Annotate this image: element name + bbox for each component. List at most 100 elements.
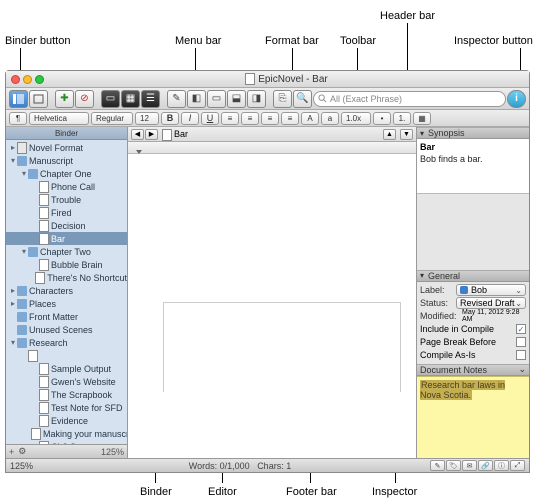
- status-select[interactable]: Revised Draft: [456, 297, 526, 309]
- minimize-button[interactable]: [23, 75, 32, 84]
- binder-item[interactable]: Decision: [6, 219, 127, 232]
- trash-button[interactable]: ⊘: [75, 90, 94, 108]
- footer-refs-button[interactable]: 🔗: [478, 460, 493, 471]
- zoom-button[interactable]: [35, 75, 44, 84]
- text-color-button[interactable]: A: [301, 112, 319, 125]
- list-number-button[interactable]: 1.: [393, 112, 411, 125]
- binder-item[interactable]: ▾Research: [6, 336, 127, 349]
- add-item-button[interactable]: +: [9, 447, 14, 457]
- binder-item[interactable]: Fired: [6, 206, 127, 219]
- list-bullet-button[interactable]: •: [373, 112, 391, 125]
- include-checkbox[interactable]: ✓: [516, 324, 526, 334]
- binder-item[interactable]: ▾Chapter Two: [6, 245, 127, 258]
- font-size-select[interactable]: 12: [135, 112, 159, 125]
- split-horiz-button[interactable]: ⬓: [227, 90, 246, 108]
- binder-zoom[interactable]: 125%: [101, 447, 124, 457]
- synopsis-text[interactable]: Bob finds a bar.: [420, 154, 526, 164]
- footer-keywords-button[interactable]: 🏷: [446, 460, 461, 471]
- nav-forward-button[interactable]: ▶: [145, 129, 158, 140]
- inspector-button[interactable]: i: [507, 90, 526, 108]
- quickref-button[interactable]: 🔍: [293, 90, 312, 108]
- add-button[interactable]: ✚: [55, 90, 74, 108]
- binder-item[interactable]: Bubble Brain: [6, 258, 127, 271]
- binder-item[interactable]: Phone Call: [6, 180, 127, 193]
- editor[interactable]: [128, 142, 416, 458]
- bold-button[interactable]: B: [161, 112, 179, 125]
- underline-button[interactable]: U: [201, 112, 219, 125]
- binder-item[interactable]: ▾Manuscript: [6, 154, 127, 167]
- binder-item[interactable]: ▸Characters: [6, 284, 127, 297]
- font-style-select[interactable]: Regular: [91, 112, 133, 125]
- snapshot-button[interactable]: ◧: [187, 90, 206, 108]
- general-header[interactable]: ▾General: [417, 270, 529, 282]
- footer-bar: 125% Words: 0/1,000 Chars: 1 ✎ 🏷 ✉ 🔗 ⓘ ⤢: [6, 458, 529, 472]
- align-center-button[interactable]: ≡: [241, 112, 259, 125]
- binder-item[interactable]: Sample Output: [6, 362, 127, 375]
- zoom-control[interactable]: 125%: [10, 461, 50, 471]
- nav-down-button[interactable]: ▼: [400, 129, 413, 140]
- highlight-color-button[interactable]: a: [321, 112, 339, 125]
- binder-item[interactable]: There's No Shortcut: [6, 271, 127, 284]
- footer-comments-button[interactable]: ✎: [430, 460, 445, 471]
- italic-button[interactable]: I: [181, 112, 199, 125]
- callout-inspector: Inspector: [372, 486, 417, 498]
- binder-item[interactable]: Trouble: [6, 193, 127, 206]
- binder-gear-button[interactable]: ⚙: [18, 446, 26, 457]
- split-vert-button[interactable]: ◨: [247, 90, 266, 108]
- align-left-button[interactable]: ≡: [221, 112, 239, 125]
- align-justify-button[interactable]: ≡: [281, 112, 299, 125]
- align-right-button[interactable]: ≡: [261, 112, 279, 125]
- binder-item[interactable]: The Scrapbook: [6, 388, 127, 401]
- font-family-select[interactable]: Helvetica: [29, 112, 89, 125]
- page-surface[interactable]: [163, 302, 401, 392]
- search-field[interactable]: All (Exact Phrase): [313, 91, 506, 107]
- binder-item[interactable]: ▾Chapter One: [6, 167, 127, 180]
- binder-item[interactable]: ▸Novel Format: [6, 141, 127, 154]
- binder-item[interactable]: Bar: [6, 232, 127, 245]
- binder-item[interactable]: Front Matter: [6, 310, 127, 323]
- synopsis-header[interactable]: ▾Synopsis: [417, 127, 529, 139]
- nav-back-button[interactable]: ◀: [131, 129, 144, 140]
- collection-button[interactable]: [29, 90, 48, 108]
- view-outline-button[interactable]: ☰: [141, 90, 160, 108]
- binder-item[interactable]: Gwen's Website: [6, 375, 127, 388]
- notes-header[interactable]: Document Notes⌄: [417, 364, 529, 376]
- nav-up-button[interactable]: ▲: [383, 129, 396, 140]
- ruler[interactable]: [128, 142, 416, 154]
- styles-button[interactable]: ¶: [9, 112, 27, 125]
- view-corkboard-button[interactable]: ▦: [121, 90, 140, 108]
- compose-button[interactable]: ✎: [167, 90, 186, 108]
- label-select[interactable]: Bob: [456, 284, 526, 296]
- binder-item[interactable]: Making your manuscri…: [6, 427, 127, 440]
- footer-stats: Words: 0/1,000 Chars: 1: [58, 461, 422, 471]
- line-spacing-select[interactable]: 1.0x: [341, 112, 371, 125]
- binder-item[interactable]: Evidence: [6, 414, 127, 427]
- editor-panel: ◀ ▶ Bar ▲ ▼: [128, 127, 416, 458]
- status-lbl: Status:: [420, 298, 456, 308]
- callout-header-bar: Header bar: [380, 10, 435, 22]
- binder-button[interactable]: [9, 90, 28, 108]
- pgbreak-checkbox[interactable]: [516, 337, 526, 347]
- table-button[interactable]: ▦: [413, 112, 431, 125]
- document-notes[interactable]: Research bar laws in Nova Scotia.: [417, 376, 529, 459]
- titlebar: EpicNovel - Bar: [6, 71, 529, 88]
- binder-item[interactable]: [6, 349, 127, 362]
- synopsis-title[interactable]: Bar: [420, 142, 526, 152]
- binder-item[interactable]: ▸Places: [6, 297, 127, 310]
- pgbreak-lbl: Page Break Before: [420, 337, 496, 347]
- close-button[interactable]: [11, 75, 20, 84]
- binder-item[interactable]: Unused Scenes: [6, 323, 127, 336]
- split-none-button[interactable]: ▭: [207, 90, 226, 108]
- binder-tree[interactable]: ▸Novel Format▾Manuscript▾Chapter OnePhon…: [6, 140, 127, 444]
- document-icon: [162, 129, 171, 140]
- footer-snapshots-button[interactable]: ✉: [462, 460, 477, 471]
- synopsis-body[interactable]: Bar Bob finds a bar.: [417, 139, 529, 194]
- compile-button[interactable]: ⎘: [273, 90, 292, 108]
- footer-footnotes-button[interactable]: ⓘ: [494, 460, 509, 471]
- binder-item[interactable]: Test Note for SFD: [6, 401, 127, 414]
- view-document-button[interactable]: ▭: [101, 90, 120, 108]
- modified-val: May 11, 2012 9:28 AM: [462, 309, 526, 323]
- footer-lock-button[interactable]: ⤢: [510, 460, 525, 471]
- header-path[interactable]: Bar: [162, 129, 379, 140]
- asis-checkbox[interactable]: [516, 350, 526, 360]
